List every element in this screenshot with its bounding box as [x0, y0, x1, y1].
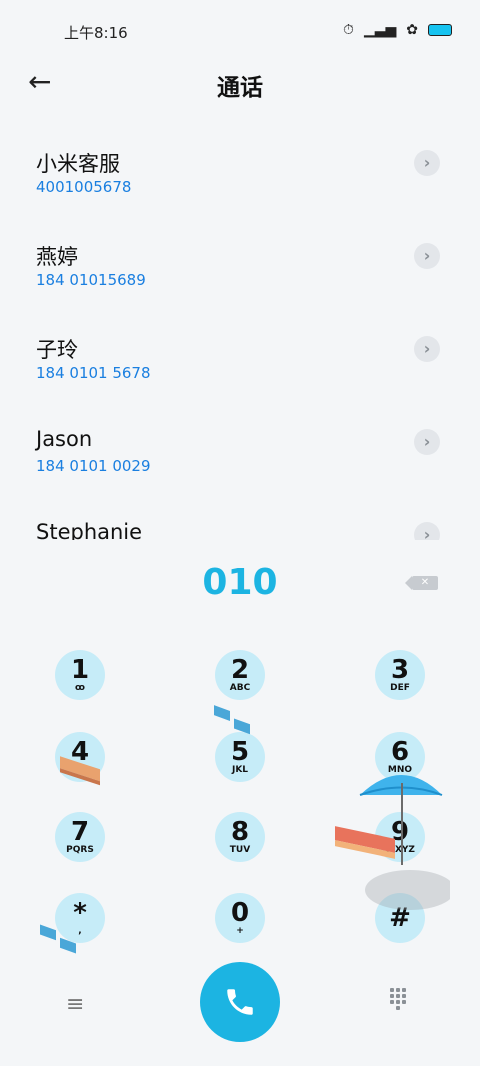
- key-letters: WXYZ: [385, 844, 415, 855]
- key-digit: 9: [390, 816, 410, 847]
- key-letters: JKL: [231, 764, 249, 775]
- key-digit: 0: [230, 897, 250, 928]
- key-2[interactable]: 2 ABC: [215, 650, 265, 700]
- beach-chair-decoration-icon: [214, 705, 250, 735]
- chevron-right-icon[interactable]: ›: [414, 522, 440, 540]
- key-digit: 5: [230, 736, 250, 767]
- key-digit: 2: [230, 654, 250, 685]
- key-1[interactable]: 1 ꝏ: [55, 650, 105, 700]
- key-letters: ,: [78, 925, 82, 936]
- key-0[interactable]: 0 +: [215, 893, 265, 943]
- key-hash[interactable]: #: [375, 893, 425, 943]
- battery-icon: [428, 24, 452, 36]
- voicemail-icon: ꝏ: [75, 682, 85, 693]
- key-digit: 3: [390, 654, 410, 685]
- key-star[interactable]: * ,: [55, 893, 105, 943]
- key-9[interactable]: 9 WXYZ: [375, 812, 425, 862]
- chevron-right-icon[interactable]: ›: [414, 150, 440, 176]
- list-item[interactable]: Stephanie ›: [0, 502, 480, 540]
- contact-name: Stephanie: [36, 520, 143, 540]
- key-3[interactable]: 3 DEF: [375, 650, 425, 700]
- key-letters: TUV: [229, 844, 251, 855]
- contact-name: Jason: [36, 427, 93, 451]
- list-item[interactable]: 燕婷 184 01015689 ›: [0, 223, 480, 315]
- chevron-right-icon[interactable]: ›: [414, 336, 440, 362]
- key-6[interactable]: 6 MNO: [375, 732, 425, 782]
- contact-name: 子玲: [36, 338, 78, 362]
- contact-name: 燕婷: [36, 245, 78, 269]
- key-4[interactable]: 4 GHI: [55, 732, 105, 782]
- key-letters: MNO: [387, 764, 413, 775]
- contact-number: 184 0101 0029: [36, 457, 151, 475]
- key-letters: +: [236, 925, 244, 936]
- key-letters: PQRS: [66, 844, 94, 855]
- list-item[interactable]: 子玲 184 0101 5678 ›: [0, 316, 480, 408]
- contact-list: 小米客服 4001005678 › 燕婷 184 01015689 › 子玲 1…: [0, 130, 480, 540]
- chevron-right-icon[interactable]: ›: [414, 429, 440, 455]
- status-time: 上午8:16: [64, 24, 128, 42]
- key-5[interactable]: 5 JKL: [215, 732, 265, 782]
- wifi-icon: ✿: [406, 22, 418, 38]
- call-button[interactable]: [200, 962, 280, 1042]
- phone-icon: [227, 989, 253, 1015]
- keypad-icon[interactable]: [390, 988, 412, 1010]
- key-digit: 8: [230, 816, 250, 847]
- chevron-right-icon[interactable]: ›: [414, 243, 440, 269]
- key-digit: #: [389, 903, 411, 933]
- dial-panel: 010 ✕ 1 ꝏ 2 ABC 3 DEF 4 GHI 5 JKL 6 MNO …: [0, 540, 480, 1066]
- contact-number: 184 01015689: [36, 271, 146, 289]
- contact-number: 184 0101 5678: [36, 364, 151, 382]
- backspace-icon[interactable]: ✕: [405, 576, 438, 590]
- key-letters: ABC: [229, 682, 251, 693]
- key-digit: 6: [390, 736, 410, 767]
- key-8[interactable]: 8 TUV: [215, 812, 265, 862]
- key-7[interactable]: 7 PQRS: [55, 812, 105, 862]
- menu-icon[interactable]: ≡: [66, 992, 84, 1017]
- status-bar: 上午8:16 ⏱ ▁▃▅ ✿: [0, 0, 480, 60]
- key-digit: 7: [70, 816, 90, 847]
- alarm-icon: ⏱: [343, 22, 354, 38]
- list-item[interactable]: Jason 184 0101 0029 ›: [0, 409, 480, 501]
- page-title: 通话: [217, 75, 263, 101]
- signal-icon: ▁▃▅: [363, 22, 397, 38]
- contact-number: 4001005678: [36, 178, 132, 196]
- key-digit: 4: [70, 736, 90, 767]
- key-letters: GHI: [70, 764, 90, 775]
- key-digit: *: [73, 897, 87, 928]
- list-item[interactable]: 小米客服 4001005678 ›: [0, 130, 480, 222]
- contact-name: 小米客服: [36, 152, 120, 176]
- status-icons: ⏱ ▁▃▅ ✿: [343, 22, 452, 38]
- key-letters: DEF: [390, 682, 410, 693]
- header: ← 通话: [0, 60, 480, 110]
- key-digit: 1: [70, 654, 90, 685]
